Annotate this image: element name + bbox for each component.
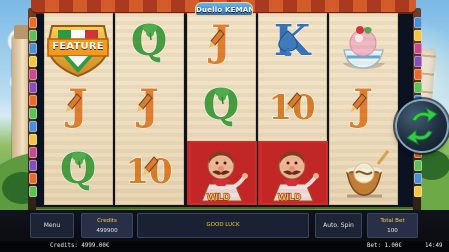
chef-eye-right (294, 161, 298, 165)
left-side-gem-5 (29, 69, 37, 80)
clover-stem (221, 96, 224, 105)
slot-cell-1-2: J (44, 77, 113, 141)
reel-4: K 10 WILD (258, 13, 327, 205)
message-panel: GOOD LUCK (137, 213, 309, 238)
status-time: 14:49 (425, 243, 443, 249)
right-side-gem-13 (414, 173, 422, 184)
left-side-gem-8 (29, 108, 37, 119)
chef-nose (289, 166, 295, 172)
slot-cell-3-1: J (187, 13, 256, 77)
letter-symbol: J (134, 79, 159, 129)
total-bet-value: 100 (387, 228, 398, 234)
slot-cell-2-3: 10 (115, 141, 184, 205)
right-side-gem-6 (414, 82, 422, 93)
reel-5: J (329, 13, 398, 205)
ice-cream-scoop-pink (349, 29, 377, 57)
letter-symbol: 10 (125, 151, 174, 192)
control-bar: Menu Credits 499900 GOOD LUCK Auto. Spin… (0, 210, 449, 241)
right-side-gem-5 (414, 69, 422, 80)
auto-spin-button[interactable]: Auto. Spin (315, 213, 362, 238)
chef-eye-left (215, 161, 219, 165)
status-credits: Credits: 4999.00€ (50, 243, 110, 249)
wild-label: WILD (278, 192, 301, 202)
game-logo: Duello KEMAN (195, 2, 253, 16)
slot-cell-2-2: J (115, 77, 184, 141)
chef-eye-left (286, 161, 290, 165)
slot-cell-5-2: J (329, 77, 398, 141)
slot-game-screen: Duello KEMAN JQQJ10JQWILDK10WILDJ FEATUR… (0, 0, 449, 252)
letter-symbol: Q (59, 143, 97, 193)
slot-cell-5-3 (329, 141, 398, 205)
slot-cell-4-1: K (258, 13, 327, 77)
reel-3: J Q WILD (187, 13, 256, 205)
left-side-gem-13 (29, 173, 37, 184)
letter-symbol: 10 (268, 87, 317, 128)
letter-symbol: J (348, 79, 373, 129)
left-side-gem-1 (29, 17, 37, 28)
credits-value: 499900 (96, 228, 118, 234)
wild-chef-symbol: WILD (258, 141, 327, 205)
symbol-q-text: Q (131, 16, 168, 65)
letter-symbol: J (206, 15, 231, 65)
right-side-gem-1 (414, 17, 422, 28)
ice-cream-scoop-highlight (355, 34, 363, 42)
letter-symbol: Q (202, 79, 240, 129)
total-bet-panel[interactable]: Total Bet 100 (367, 213, 418, 238)
reel-2: QJ 10 (115, 13, 184, 205)
status-bet: Bet: 1.00€ (367, 243, 402, 249)
slot-cell-1-3: Q (44, 141, 113, 205)
wild-chef-symbol: WILD (187, 141, 256, 205)
left-side-gem-7 (29, 95, 37, 106)
right-side-gem-2 (414, 30, 422, 41)
credits-label: Credits (97, 218, 117, 224)
left-side-gem-2 (29, 30, 37, 41)
chef-fist (242, 173, 248, 179)
menu-button[interactable]: Menu (30, 213, 74, 238)
left-side-gem-9 (29, 121, 37, 132)
slot-cell-3-2: Q (187, 77, 256, 141)
right-side-gem-4 (414, 56, 422, 67)
slot-cell-3-3: WILD (187, 141, 256, 205)
left-side-gem-6 (29, 82, 37, 93)
letter-symbol: J (63, 79, 88, 129)
left-side-gem-14 (29, 186, 37, 197)
chef-fist (313, 173, 319, 179)
right-side-gem-3 (414, 43, 422, 54)
coffee-dessert-symbol (345, 150, 390, 198)
symbol-q-text: Q (203, 80, 240, 129)
letter-symbol: K (273, 15, 312, 65)
slot-cell-4-3: WILD (258, 141, 327, 205)
left-side-gem-4 (29, 56, 37, 67)
clover-stem (78, 160, 81, 169)
total-bet-label: Total Bet (380, 218, 405, 224)
chef-nose (218, 166, 224, 172)
chef-eye-right (223, 161, 227, 165)
spin-button[interactable] (397, 101, 447, 151)
slot-cell-5-1 (329, 13, 398, 77)
left-side-gem-12 (29, 160, 37, 171)
slot-cell-2-1: Q (115, 13, 184, 77)
feature-badge-label: FEATURE (52, 41, 104, 52)
left-side-gem-10 (29, 134, 37, 145)
slot-cell-4-2: 10 (258, 77, 327, 141)
left-side-gem-3 (29, 43, 37, 54)
biscuit-stick (376, 150, 390, 165)
feature-badge: FEATURE (42, 20, 114, 78)
left-side-gem-11 (29, 147, 37, 158)
right-side-gem-12 (414, 160, 422, 171)
right-side-gem-14 (414, 186, 422, 197)
clover-stem (149, 32, 152, 41)
ice-cream-bowl-symbol (343, 26, 385, 69)
berry-topping (356, 26, 364, 34)
symbol-q-text: Q (60, 144, 97, 193)
letter-symbol: Q (130, 15, 168, 65)
spin-arrows-icon (406, 106, 438, 146)
credits-panel: Credits 499900 (81, 213, 133, 238)
status-bar: Credits: 4999.00€ Bet: 1.00€ 14:49 (0, 241, 449, 252)
wild-label: WILD (207, 192, 230, 202)
